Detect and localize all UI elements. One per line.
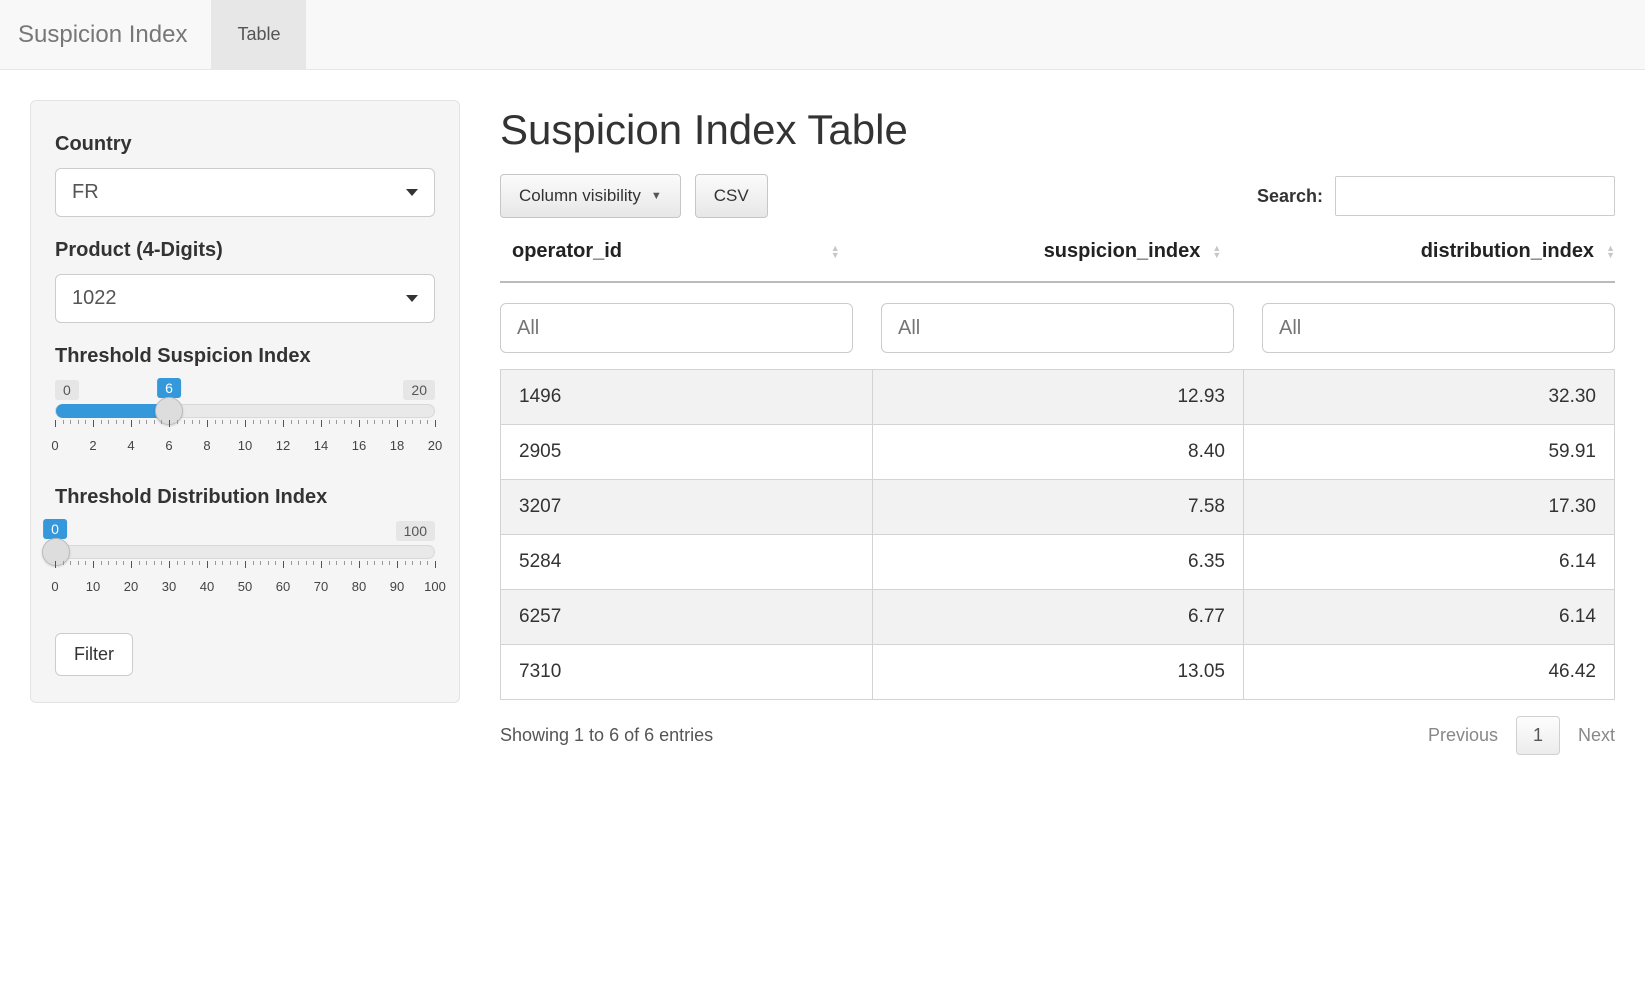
slider-min-badge: 0 bbox=[55, 380, 79, 400]
sort-icon: ▲▼ bbox=[1606, 245, 1615, 259]
tab-table[interactable]: Table bbox=[211, 0, 306, 69]
slider-fill bbox=[56, 404, 169, 418]
distribution-slider[interactable]: 010000102030405060708090100 bbox=[55, 521, 435, 597]
suspicion-slider[interactable]: 0 20 6 02468101214161820 bbox=[55, 380, 435, 456]
cell-distribution-index: 32.30 bbox=[1243, 370, 1614, 424]
slider-max-badge: 20 bbox=[403, 380, 435, 400]
column-visibility-label: Column visibility bbox=[519, 186, 641, 206]
table-row: 731013.0546.42 bbox=[501, 644, 1614, 699]
column-header-label: distribution_index bbox=[1421, 240, 1594, 263]
country-select-value: FR bbox=[55, 168, 435, 217]
sort-icon: ▲▼ bbox=[831, 245, 840, 259]
filter-button[interactable]: Filter bbox=[55, 633, 133, 676]
pager: Previous 1 Next bbox=[1428, 716, 1615, 755]
column-header-operator-id[interactable]: operator_id ▲▼ bbox=[500, 240, 872, 263]
pager-previous[interactable]: Previous bbox=[1428, 725, 1498, 746]
csv-button[interactable]: CSV bbox=[695, 174, 768, 218]
distribution-slider-block: Threshold Distribution Index 01000010203… bbox=[55, 486, 435, 597]
cell-suspicion-index: 7.58 bbox=[872, 480, 1243, 534]
column-filter-suspicion-index[interactable] bbox=[881, 303, 1234, 353]
country-label: Country bbox=[55, 133, 435, 156]
cell-operator-id: 2905 bbox=[501, 425, 872, 479]
chevron-down-icon: ▼ bbox=[651, 190, 662, 202]
slider-tick-labels: 0102030405060708090100 bbox=[55, 579, 435, 597]
cell-distribution-index: 6.14 bbox=[1243, 535, 1614, 589]
cell-operator-id: 6257 bbox=[501, 590, 872, 644]
table-row: 149612.9332.30 bbox=[501, 370, 1614, 424]
column-filter-operator-id[interactable] bbox=[500, 303, 853, 353]
slider-ticks bbox=[55, 561, 435, 579]
cell-distribution-index: 46.42 bbox=[1243, 645, 1614, 699]
pager-page-1[interactable]: 1 bbox=[1516, 716, 1560, 755]
table-row: 29058.4059.91 bbox=[501, 424, 1614, 479]
cell-operator-id: 5284 bbox=[501, 535, 872, 589]
main: Suspicion Index Table Column visibility … bbox=[500, 100, 1615, 755]
slider-value-badge: 0 bbox=[43, 519, 67, 539]
slider-value-badge: 6 bbox=[157, 378, 181, 398]
search-label: Search: bbox=[1257, 186, 1323, 207]
slider-track[interactable] bbox=[55, 404, 435, 418]
pager-next[interactable]: Next bbox=[1578, 725, 1615, 746]
country-select[interactable]: FR bbox=[55, 168, 435, 217]
column-header-label: suspicion_index bbox=[1044, 240, 1201, 263]
slider-track[interactable] bbox=[55, 545, 435, 559]
column-visibility-button[interactable]: Column visibility ▼ bbox=[500, 174, 681, 218]
app-title: Suspicion Index bbox=[18, 21, 211, 49]
cell-distribution-index: 59.91 bbox=[1243, 425, 1614, 479]
product-select[interactable]: 1022 bbox=[55, 274, 435, 323]
table-info-text: Showing 1 to 6 of 6 entries bbox=[500, 725, 713, 746]
cell-operator-id: 7310 bbox=[501, 645, 872, 699]
cell-suspicion-index: 6.77 bbox=[872, 590, 1243, 644]
product-select-value: 1022 bbox=[55, 274, 435, 323]
cell-suspicion-index: 6.35 bbox=[872, 535, 1243, 589]
page-title: Suspicion Index Table bbox=[500, 106, 1615, 154]
product-label: Product (4-Digits) bbox=[55, 239, 435, 262]
column-filter-distribution-index[interactable] bbox=[1262, 303, 1615, 353]
column-header-label: operator_id bbox=[512, 240, 622, 263]
search-input[interactable] bbox=[1335, 176, 1615, 216]
navbar: Suspicion Index Table bbox=[0, 0, 1645, 70]
column-header-distribution-index[interactable]: distribution_index ▲▼ bbox=[1243, 240, 1615, 263]
suspicion-slider-block: Threshold Suspicion Index 0 20 6 0246810121… bbox=[55, 345, 435, 456]
sidebar: Country FR Product (4-Digits) 1022 Thres… bbox=[30, 100, 460, 703]
slider-ticks bbox=[55, 420, 435, 438]
table-footer: Showing 1 to 6 of 6 entries Previous 1 N… bbox=[500, 716, 1615, 755]
slider-max-badge: 100 bbox=[396, 521, 435, 541]
slider-tick-labels: 02468101214161820 bbox=[55, 438, 435, 456]
sort-icon: ▲▼ bbox=[1212, 245, 1221, 259]
table-row: 62576.776.14 bbox=[501, 589, 1614, 644]
column-header-suspicion-index[interactable]: suspicion_index ▲▼ bbox=[872, 240, 1244, 263]
cell-suspicion-index: 13.05 bbox=[872, 645, 1243, 699]
table-row: 32077.5817.30 bbox=[501, 479, 1614, 534]
table-body: 149612.9332.3029058.4059.9132077.5817.30… bbox=[500, 369, 1615, 700]
cell-operator-id: 3207 bbox=[501, 480, 872, 534]
cell-distribution-index: 6.14 bbox=[1243, 590, 1614, 644]
table-header-row: operator_id ▲▼ suspicion_index ▲▼ distri… bbox=[500, 240, 1615, 283]
toolbar: Column visibility ▼ CSV Search: bbox=[500, 174, 1615, 218]
page-container: Country FR Product (4-Digits) 1022 Thres… bbox=[0, 70, 1645, 785]
cell-suspicion-index: 8.40 bbox=[872, 425, 1243, 479]
column-filter-row bbox=[500, 303, 1615, 353]
cell-operator-id: 1496 bbox=[501, 370, 872, 424]
cell-distribution-index: 17.30 bbox=[1243, 480, 1614, 534]
suspicion-slider-label: Threshold Suspicion Index bbox=[55, 345, 435, 368]
distribution-slider-label: Threshold Distribution Index bbox=[55, 486, 435, 509]
table-row: 52846.356.14 bbox=[501, 534, 1614, 589]
cell-suspicion-index: 12.93 bbox=[872, 370, 1243, 424]
